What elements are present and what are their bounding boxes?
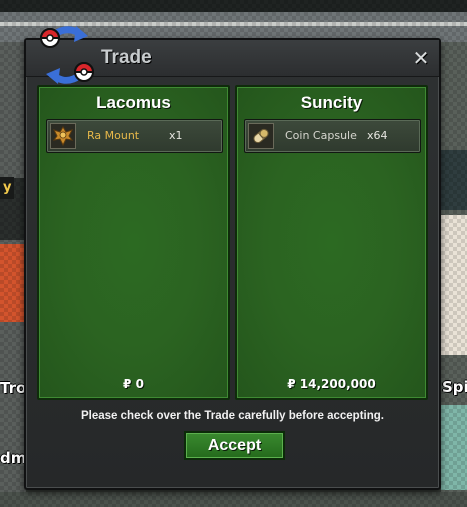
world-npc-sprite bbox=[441, 215, 467, 355]
player-name-fragment: Spi bbox=[442, 378, 467, 396]
player-tag-fragment: y bbox=[0, 177, 15, 199]
money-offer: ₽ 14,200,000 bbox=[287, 377, 376, 391]
ra-mount-icon bbox=[50, 123, 76, 149]
item-quantity: x64 bbox=[367, 129, 388, 142]
offer-item[interactable]: Ra Mount x1 bbox=[46, 119, 223, 153]
offer-panel-left: Lacomus Ra Mount x1 ₽ 0 bbox=[37, 85, 230, 400]
money-offer: ₽ 0 bbox=[123, 377, 144, 391]
world-object-right bbox=[441, 150, 467, 210]
trader-name: Lacomus bbox=[96, 93, 171, 112]
item-quantity: x1 bbox=[169, 129, 183, 142]
item-name: Coin Capsule bbox=[285, 129, 357, 142]
trade-arrows-pokeball-icon bbox=[39, 26, 95, 84]
world-shadow-top bbox=[0, 0, 467, 12]
world-floor-bottom bbox=[0, 492, 467, 507]
item-name: Ra Mount bbox=[87, 129, 140, 142]
world-red-object bbox=[0, 244, 26, 322]
window-title: Trade bbox=[101, 47, 152, 68]
offer-panel-right: Suncity Coin Capsule x64 ₽ 14,200,000 bbox=[235, 85, 428, 400]
accept-button[interactable]: Accept bbox=[184, 431, 285, 460]
coin-capsule-icon bbox=[248, 123, 274, 149]
trade-notice: Please check over the Trade carefully be… bbox=[81, 410, 384, 422]
close-button[interactable]: ✕ bbox=[411, 48, 431, 68]
trade-window: Trade ✕ Lacomus Ra Mount x1 ₽ 0 Suncity … bbox=[24, 26, 441, 490]
player-name-fragment: Tro bbox=[0, 379, 27, 397]
trader-name: Suncity bbox=[300, 93, 363, 112]
world-plant-sprite bbox=[441, 405, 467, 490]
offer-item[interactable]: Coin Capsule x64 bbox=[244, 119, 421, 153]
